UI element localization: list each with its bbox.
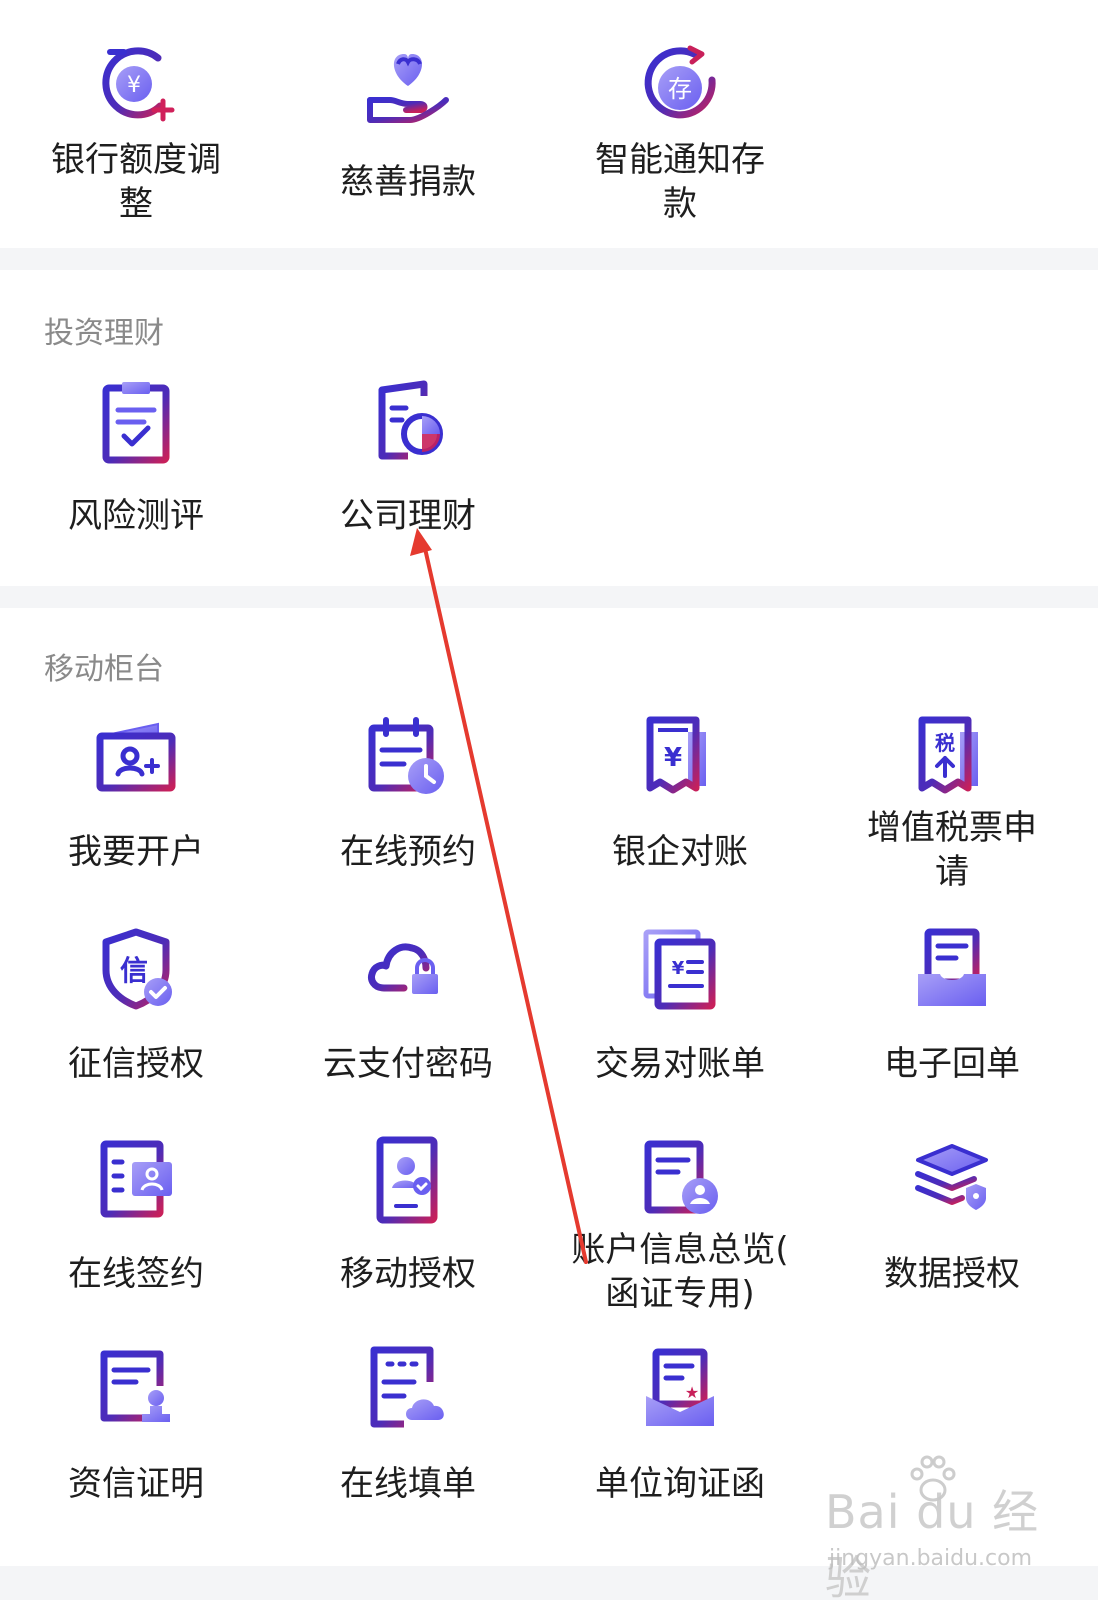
grid-item-transaction-statement[interactable]: ¥ 交易对账单: [544, 922, 816, 1084]
bank-limit-adjust-icon: ¥: [102, 47, 175, 122]
grid-item-label: 数据授权: [884, 1254, 1020, 1294]
grid-item-company-finance[interactable]: 公司理财: [272, 374, 544, 536]
grid-item-cloud-pay-password[interactable]: 云支付密码: [272, 922, 544, 1084]
grid-item-open-account[interactable]: 我要开户: [0, 710, 272, 872]
grid-item-label: 风险测评: [68, 496, 204, 536]
charity-heart-hand-icon: [367, 54, 449, 123]
section-title-invest: 投资理财: [44, 316, 164, 351]
grid-item-bank-reconciliation[interactable]: ¥ 银企对账: [544, 710, 816, 872]
grid-item-label: 云支付密码: [323, 1044, 493, 1084]
watermark-main-text: Bai du 经验: [825, 1485, 1040, 1600]
grid-item-online-form[interactable]: 在线填单: [272, 1342, 544, 1504]
risk-assessment-clipboard-icon: [102, 382, 170, 464]
confirmation-letter-icon: ★: [646, 1348, 714, 1426]
grid-item-label: 在线填单: [340, 1464, 476, 1504]
bank-reconciliation-icon: ¥: [646, 716, 706, 794]
grid-item-label: 银企对账: [612, 832, 748, 872]
svg-text:税: 税: [935, 731, 955, 755]
grid-item-label: 交易对账单: [595, 1044, 765, 1084]
smart-deposit-icon: 存: [644, 45, 716, 119]
grid-item-electronic-receipt[interactable]: 电子回单: [816, 922, 1088, 1084]
grid-item-label: 在线预约: [340, 832, 476, 872]
grid-item-label: 账户信息总览(函证专用): [571, 1230, 789, 1314]
data-authorization-layers-icon: [915, 1144, 988, 1210]
cloud-pay-password-icon: [368, 943, 438, 994]
grid-item-smart-deposit[interactable]: 存 智能通知存款: [544, 40, 816, 224]
svg-text:★: ★: [685, 1383, 699, 1402]
grid-item-credit-authorization[interactable]: 信 征信授权: [0, 922, 272, 1084]
grid-item-label: 电子回单: [884, 1044, 1020, 1084]
grid-item-label: 银行额度调整: [51, 140, 221, 224]
grid-item-mobile-authorization[interactable]: 移动授权: [272, 1132, 544, 1294]
section-title-mobile-counter: 移动柜台: [44, 652, 164, 687]
online-signing-icon: [100, 1140, 172, 1218]
svg-text:¥: ¥: [664, 743, 682, 773]
grid-item-risk-assessment[interactable]: 风险测评: [0, 374, 272, 536]
mobile-authorization-icon: [376, 1136, 438, 1224]
grid-item-bank-limit-adjust[interactable]: ¥ 银行额度调整: [0, 40, 272, 224]
account-info-overview-icon: [644, 1140, 718, 1214]
grid-item-label: 公司理财: [340, 496, 476, 536]
grid-item-credit-certificate[interactable]: 资信证明: [0, 1342, 272, 1504]
baidu-jingyan-watermark: Bai du 经验 jingyan.baidu.com: [825, 1450, 1075, 1600]
grid-item-data-authorization[interactable]: 数据授权: [816, 1132, 1088, 1294]
section-divider: [0, 248, 1098, 270]
grid-item-online-signing[interactable]: 在线签约: [0, 1132, 272, 1294]
transaction-statement-icon: ¥: [643, 929, 716, 1010]
grid-item-charity[interactable]: 慈善捐款: [272, 40, 544, 202]
watermark-url-text: jingyan.baidu.com: [829, 1546, 1033, 1571]
credit-authorization-shield-icon: 信: [102, 928, 172, 1010]
open-account-card-icon: [96, 722, 176, 792]
online-form-cloud-icon: [370, 1346, 444, 1428]
grid-item-label: 移动授权: [340, 1254, 476, 1294]
svg-text:信: 信: [120, 954, 148, 987]
grid-item-confirmation-letter[interactable]: ★ 单位询证函: [544, 1342, 816, 1504]
grid-item-label: 单位询证函: [595, 1464, 765, 1504]
grid-item-label: 资信证明: [68, 1464, 204, 1504]
section-divider: [0, 586, 1098, 608]
svg-text:¥: ¥: [127, 73, 141, 98]
electronic-receipt-icon: [918, 928, 986, 1006]
grid-item-label: 征信授权: [68, 1044, 204, 1084]
svg-text:¥: ¥: [672, 958, 685, 979]
company-finance-chart-icon: [378, 380, 443, 460]
grid-item-label: 增值税票申请: [867, 808, 1037, 892]
credit-certificate-icon: [100, 1350, 170, 1422]
svg-text:存: 存: [668, 75, 692, 103]
grid-item-account-info-overview[interactable]: 账户信息总览(函证专用): [544, 1132, 816, 1314]
online-appointment-calendar-icon: [368, 717, 444, 794]
grid-item-label: 在线签约: [68, 1254, 204, 1294]
grid-item-label: 我要开户: [68, 832, 204, 872]
grid-item-online-appointment[interactable]: 在线预约: [272, 710, 544, 872]
grid-item-vat-invoice[interactable]: 税 增值税票申请: [816, 710, 1088, 892]
vat-invoice-icon: 税: [918, 716, 978, 794]
grid-item-label: 慈善捐款: [340, 162, 476, 202]
grid-item-label: 智能通知存款: [595, 140, 765, 224]
